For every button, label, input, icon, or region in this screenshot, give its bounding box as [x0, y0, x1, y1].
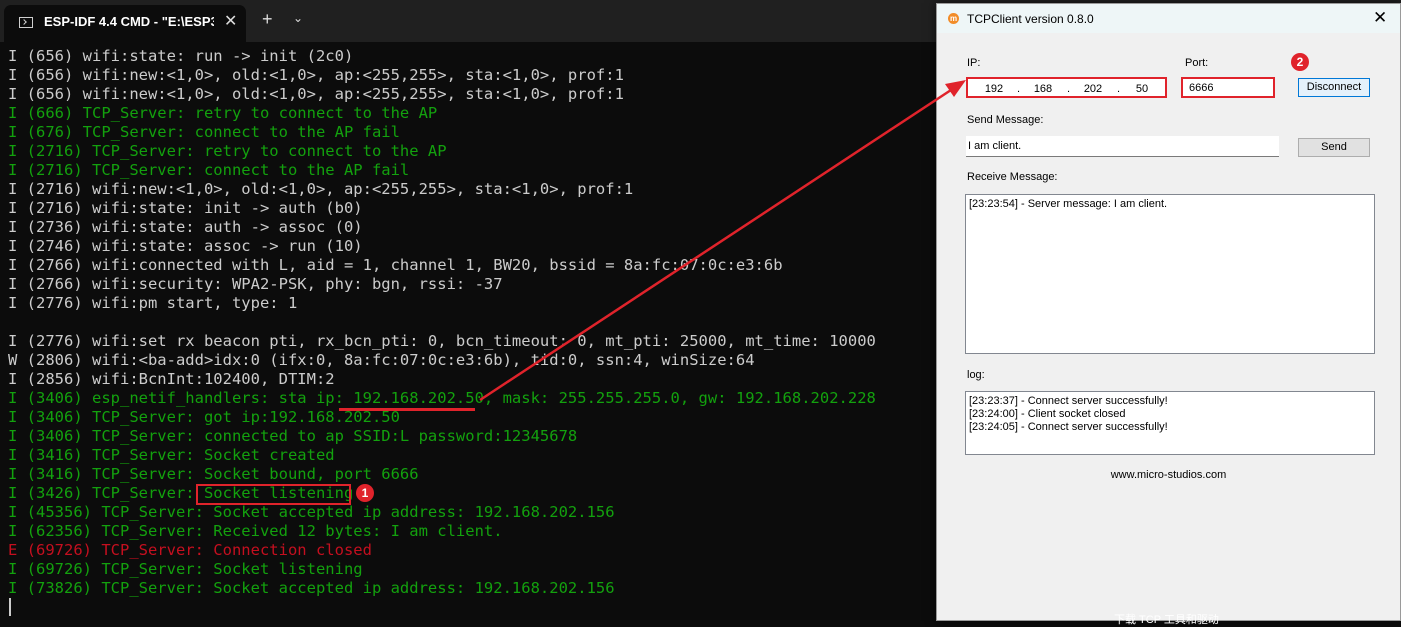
background-text-fragment: 下载 TCP 工具和驱动	[1114, 614, 1219, 626]
console-line: E (69726) TCP_Server: Connection closed	[8, 541, 372, 559]
window-titlebar[interactable]: m TCPClient version 0.8.0 ✕	[937, 4, 1400, 33]
console-line: I (2746) wifi:state: assoc -> run (10)	[8, 237, 363, 255]
console-line: I (3416) TCP_Server: Socket bound, port …	[8, 465, 419, 483]
console-line: I (73826) TCP_Server: Socket accepted ip…	[8, 579, 615, 597]
console-line: I (2716) wifi:new:<1,0>, old:<1,0>, ap:<…	[8, 180, 634, 198]
console-line: I (2766) wifi:security: WPA2-PSK, phy: b…	[8, 275, 503, 293]
console-line: I (2766) wifi:connected with L, aid = 1,…	[8, 256, 783, 274]
text-cursor	[9, 598, 11, 616]
console-line: I (2856) wifi:BcnInt:102400, DTIM:2	[8, 370, 335, 388]
log-line: [23:23:37] - Connect server successfully…	[969, 395, 1168, 407]
console-line: W (2806) wifi:<ba-add>idx:0 (ifx:0, 8a:f…	[8, 351, 755, 369]
terminal-icon	[19, 17, 33, 28]
socket-listening-highlight-box	[196, 484, 351, 505]
log-line: [23:24:05] - Connect server successfully…	[969, 421, 1168, 433]
console-line: I (656) wifi:state: run -> init (2c0)	[8, 47, 354, 65]
console-line: I (45356) TCP_Server: Socket accepted ip…	[8, 503, 615, 521]
ip-octet-1[interactable]: 192	[979, 83, 1009, 95]
app-logo-icon: m	[948, 13, 959, 24]
console-line: I (2716) TCP_Server: retry to connect to…	[8, 142, 447, 160]
console-line: I (676) TCP_Server: connect to the AP fa…	[8, 123, 400, 141]
console-line: I (2776) wifi:pm start, type: 1	[8, 294, 298, 312]
window-close-icon[interactable]: ✕	[1373, 8, 1387, 28]
console-line: I (2716) wifi:state: init -> auth (b0)	[8, 199, 363, 217]
console-line: I (656) wifi:new:<1,0>, old:<1,0>, ap:<2…	[8, 66, 624, 84]
console-line: I (656) wifi:new:<1,0>, old:<1,0>, ap:<2…	[8, 85, 624, 103]
console-line: I (3406) TCP_Server: connected to ap SSI…	[8, 427, 578, 445]
port-input[interactable]: 6666	[1181, 77, 1275, 98]
log-textarea[interactable]: [23:23:37] - Connect server successfully…	[965, 391, 1375, 455]
log-label: log:	[967, 369, 985, 381]
send-button[interactable]: Send	[1298, 138, 1370, 157]
ip-dot: .	[1067, 83, 1071, 95]
footer-website-link[interactable]: www.micro-studios.com	[937, 469, 1400, 481]
console-line: I (62356) TCP_Server: Received 12 bytes:…	[8, 522, 503, 540]
annotation-badge-1: 1	[356, 484, 374, 502]
terminal-output[interactable]: I (656) wifi:state: run -> init (2c0) I (…	[0, 47, 936, 624]
message-input[interactable]: I am client.	[966, 136, 1279, 157]
console-line: I (2776) wifi:set rx beacon pti, rx_bcn_…	[8, 332, 876, 350]
ip-address-input[interactable]: 192 . 168 . 202 . 50	[966, 77, 1167, 98]
port-label: Port:	[1185, 57, 1209, 69]
ip-octet-4[interactable]: 50	[1127, 83, 1157, 95]
console-line: I (3416) TCP_Server: Socket created	[8, 446, 335, 464]
annotation-badge-2: 2	[1291, 53, 1309, 71]
window-title: TCPClient version 0.8.0	[967, 12, 1094, 26]
disconnect-button[interactable]: Disconnect	[1298, 78, 1370, 97]
console-line: I (69726) TCP_Server: Socket listening	[8, 560, 363, 578]
receive-message-label: Receive Message:	[967, 171, 1058, 183]
tab-title: ESP-IDF 4.4 CMD - "E:\ESP32_S	[44, 14, 214, 29]
tcpclient-window: m TCPClient version 0.8.0 ✕ IP: 192 . 16…	[936, 3, 1401, 621]
console-line: I (3406) esp_netif_handlers: sta ip: 192…	[8, 389, 876, 407]
receive-message-textarea[interactable]: [23:23:54] - Server message: I am client…	[965, 194, 1375, 354]
new-tab-plus-icon[interactable]: +	[262, 10, 273, 28]
send-message-label: Send Message:	[967, 114, 1044, 126]
chevron-down-icon[interactable]: ⌄	[293, 11, 303, 25]
console-line: I (666) TCP_Server: retry to connect to …	[8, 104, 438, 122]
log-line: [23:24:00] - Client socket closed	[969, 408, 1126, 420]
ip-label: IP:	[967, 57, 981, 69]
ip-octet-3[interactable]: 202	[1078, 83, 1108, 95]
ip-octet-2[interactable]: 168	[1028, 83, 1058, 95]
console-line: I (2736) wifi:state: auth -> assoc (0)	[8, 218, 363, 236]
ip-address-underline	[339, 408, 475, 411]
receive-line: [23:23:54] - Server message: I am client…	[969, 198, 1168, 210]
ip-dot: .	[1117, 83, 1121, 95]
console-line: I (2716) TCP_Server: connect to the AP f…	[8, 161, 410, 179]
ip-dot: .	[1017, 83, 1021, 95]
tab-close-icon[interactable]: ✕	[224, 11, 237, 31]
terminal-tab[interactable]: ESP-IDF 4.4 CMD - "E:\ESP32_S ✕	[4, 5, 246, 42]
